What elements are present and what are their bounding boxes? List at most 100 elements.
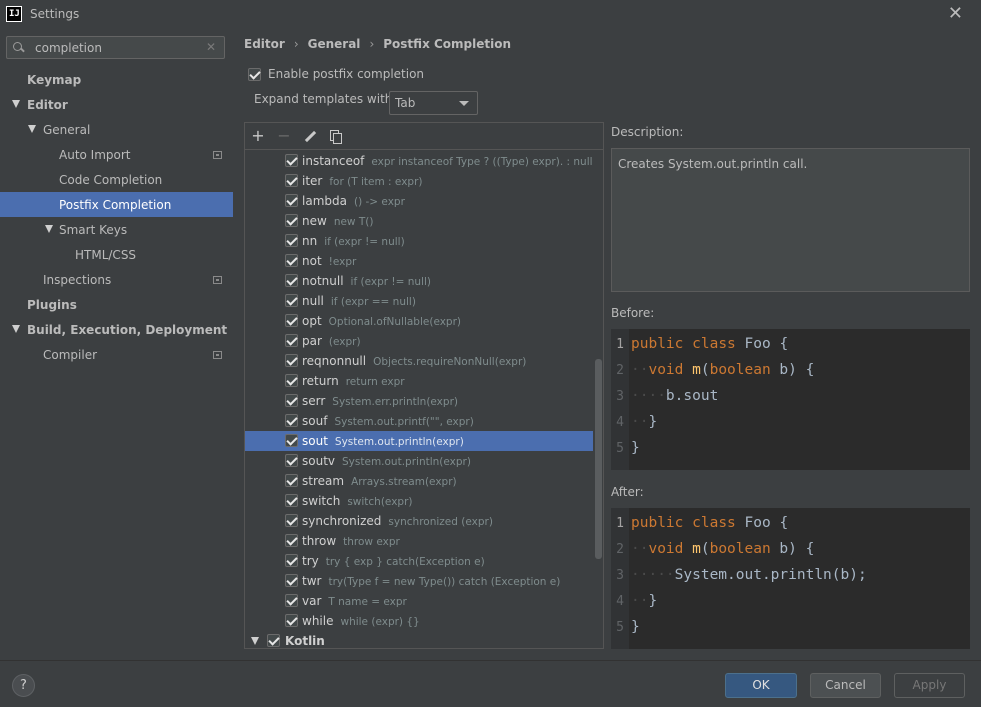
template-description: synchronized (expr) (388, 516, 493, 528)
search-box[interactable]: ✕ (6, 36, 225, 59)
template-group-label: Kotlin (285, 634, 325, 648)
edit-icon[interactable] (301, 127, 319, 145)
template-checkbox[interactable] (285, 254, 298, 267)
before-label: Before: (611, 306, 655, 320)
enable-postfix-label: Enable postfix completion (268, 67, 425, 81)
help-icon[interactable]: ? (12, 674, 35, 697)
template-row[interactable]: throw throw expr (245, 531, 593, 551)
close-icon[interactable]: ✕ (948, 3, 963, 24)
template-checkbox[interactable] (285, 554, 298, 567)
template-row[interactable]: new new T() (245, 211, 593, 231)
template-description: Objects.requireNonNull(expr) (373, 356, 527, 368)
sidebar-item-smart-keys[interactable]: Smart Keys (0, 217, 233, 242)
expand-arrow-icon[interactable] (251, 637, 259, 645)
sidebar-item-code-completion[interactable]: Code Completion (0, 167, 233, 192)
template-checkbox[interactable] (285, 154, 298, 167)
expand-arrow-icon[interactable] (45, 225, 53, 233)
template-key: not (302, 254, 322, 268)
window-title: Settings (30, 6, 80, 21)
template-row[interactable]: iter for (T item : expr) (245, 171, 593, 191)
template-row[interactable]: notnull if (expr != null) (245, 271, 593, 291)
template-checkbox[interactable] (285, 574, 298, 587)
sidebar-item-compiler[interactable]: Compiler (0, 342, 233, 367)
sidebar-item-label: Plugins (27, 297, 77, 312)
sidebar-item-general[interactable]: General (0, 117, 233, 142)
template-checkbox[interactable] (285, 194, 298, 207)
sidebar-item-plugins[interactable]: Plugins (0, 292, 233, 317)
template-checkbox[interactable] (285, 414, 298, 427)
template-checkbox[interactable] (285, 334, 298, 347)
template-checkbox[interactable] (285, 514, 298, 527)
copy-icon[interactable] (327, 127, 345, 145)
sidebar-item-build-execution-deployment[interactable]: Build, Execution, Deployment (0, 317, 233, 342)
template-row[interactable]: null if (expr == null) (245, 291, 593, 311)
template-checkbox[interactable] (285, 434, 298, 447)
template-checkbox[interactable] (285, 234, 298, 247)
template-checkbox[interactable] (285, 374, 298, 387)
template-checkbox[interactable] (285, 174, 298, 187)
template-group-kotlin[interactable]: Kotlin (245, 631, 593, 648)
template-row[interactable]: soutv System.out.println(expr) (245, 451, 593, 471)
sidebar-item-keymap[interactable]: Keymap (0, 67, 233, 92)
template-row[interactable]: reqnonnull Objects.requireNonNull(expr) (245, 351, 593, 371)
template-checkbox[interactable] (285, 474, 298, 487)
template-row[interactable]: nn if (expr != null) (245, 231, 593, 251)
expand-arrow-icon[interactable] (12, 100, 20, 108)
breadcrumb-item: Postfix Completion (383, 37, 512, 51)
template-checkbox[interactable] (285, 594, 298, 607)
template-group-checkbox[interactable] (267, 634, 280, 647)
breadcrumb-item[interactable]: Editor (244, 37, 285, 51)
template-checkbox[interactable] (285, 534, 298, 547)
template-row[interactable]: not !expr (245, 251, 593, 271)
template-row[interactable]: souf System.out.printf("", expr) (245, 411, 593, 431)
template-checkbox[interactable] (285, 214, 298, 227)
search-icon (7, 37, 29, 58)
template-row[interactable]: while while (expr) {} (245, 611, 593, 631)
expand-arrow-icon[interactable] (12, 325, 20, 333)
template-row[interactable]: return return expr (245, 371, 593, 391)
project-settings-icon (213, 275, 222, 284)
add-icon[interactable]: + (249, 127, 267, 145)
template-row[interactable]: var T name = expr (245, 591, 593, 611)
template-checkbox[interactable] (285, 614, 298, 627)
enable-postfix-checkbox[interactable] (248, 67, 261, 81)
breadcrumb-item[interactable]: General (308, 37, 361, 51)
template-checkbox[interactable] (285, 454, 298, 467)
sidebar-item-postfix-completion[interactable]: Postfix Completion (0, 192, 233, 217)
expand-key-dropdown[interactable]: Tab (389, 91, 478, 115)
sidebar-item-inspections[interactable]: Inspections (0, 267, 233, 292)
sidebar-item-label: Compiler (43, 347, 98, 362)
template-row-selected[interactable]: sout System.out.println(expr) (245, 431, 593, 451)
template-row[interactable]: switch switch(expr) (245, 491, 593, 511)
template-checkbox[interactable] (285, 394, 298, 407)
template-checkbox[interactable] (285, 314, 298, 327)
enable-postfix-row[interactable]: Enable postfix completion (248, 67, 424, 81)
cancel-button[interactable]: Cancel (810, 673, 881, 698)
template-row[interactable]: stream Arrays.stream(expr) (245, 471, 593, 491)
template-row[interactable]: instanceof expr instanceof Type ? ((Type)… (245, 151, 593, 171)
search-input[interactable] (35, 40, 205, 55)
templates-scrollbar[interactable] (595, 359, 602, 559)
template-row[interactable]: opt Optional.ofNullable(expr) (245, 311, 593, 331)
clear-search-icon[interactable]: ✕ (206, 40, 216, 54)
template-checkbox[interactable] (285, 494, 298, 507)
sidebar-item-html-css[interactable]: HTML/CSS (0, 242, 233, 267)
template-description: for (T item : expr) (329, 176, 423, 188)
template-row[interactable]: lambda () -> expr (245, 191, 593, 211)
template-checkbox[interactable] (285, 354, 298, 367)
template-row[interactable]: par (expr) (245, 331, 593, 351)
template-row[interactable]: synchronized synchronized (expr) (245, 511, 593, 531)
template-row[interactable]: try try { exp } catch(Exception e) (245, 551, 593, 571)
template-row[interactable]: twr try(Type f = new Type()) catch (Excep… (245, 571, 593, 591)
template-checkbox[interactable] (285, 274, 298, 287)
apply-button[interactable]: Apply (894, 673, 965, 698)
sidebar-item-editor[interactable]: Editor (0, 92, 233, 117)
template-key: return (302, 374, 339, 388)
remove-icon[interactable]: − (275, 127, 293, 145)
expand-arrow-icon[interactable] (28, 125, 36, 133)
templates-list[interactable]: instanceof expr instanceof Type ? ((Type)… (245, 151, 593, 648)
ok-button[interactable]: OK (725, 673, 797, 698)
template-row[interactable]: serr System.err.println(expr) (245, 391, 593, 411)
sidebar-item-auto-import[interactable]: Auto Import (0, 142, 233, 167)
template-checkbox[interactable] (285, 294, 298, 307)
